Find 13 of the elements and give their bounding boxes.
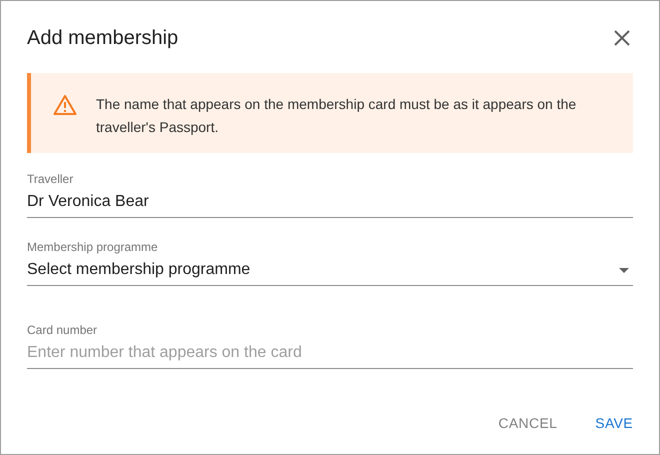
warning-text: The name that appears on the membership card must be as it appears on the traveller's Passport.	[96, 95, 578, 137]
dialog-title: Add membership	[27, 26, 178, 51]
field-label: Traveller	[27, 171, 74, 187]
field-label: Card number	[27, 322, 98, 338]
caret-icon	[619, 268, 629, 272]
text-field[interactable]: Dr Veronica Bear	[27, 187, 633, 218]
text-field[interactable]: Enter number that appears on the card	[27, 338, 633, 369]
close-icon[interactable]	[613, 29, 631, 47]
save-button[interactable]: SAVE	[587, 407, 641, 440]
programme-select[interactable]: Select membership programme	[27, 255, 633, 286]
cancel-button[interactable]: CANCEL	[490, 407, 566, 440]
field-label: Membership programme	[27, 239, 159, 255]
warning-icon	[53, 94, 77, 116]
